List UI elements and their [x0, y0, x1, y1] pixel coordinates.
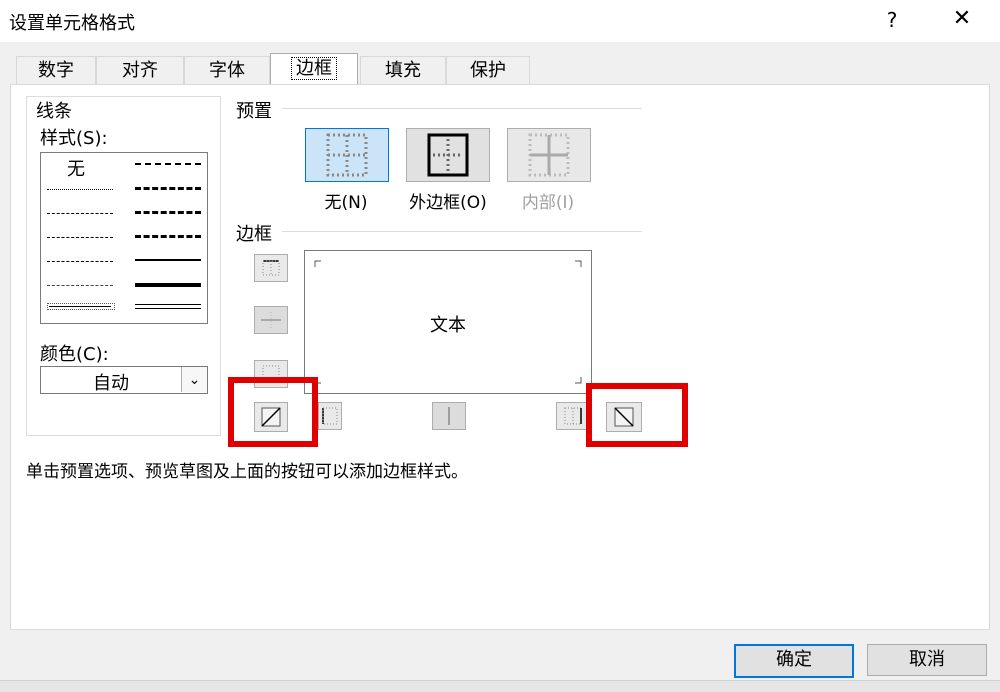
presets-separator [282, 108, 642, 109]
preset-outline-button[interactable] [406, 128, 490, 182]
diagonal-up-icon [261, 407, 281, 427]
preset-outline-icon [427, 133, 469, 177]
tab-border[interactable]: 边框 [270, 53, 358, 85]
hint-text: 单击预置选项、预览草图及上面的按钮可以添加边框样式。 [26, 462, 468, 482]
preset-none-label: 无(N) [324, 193, 368, 213]
line-style-medium-dashed[interactable] [135, 235, 201, 238]
line-style-double[interactable] [135, 304, 201, 309]
preset-inside-label: 内部(I) [521, 193, 575, 213]
line-style-list[interactable]: 无 [40, 152, 208, 324]
border-middle-vertical-icon [448, 407, 450, 425]
preset-none-button[interactable] [305, 128, 389, 182]
border-separator [282, 231, 642, 232]
line-style-dash-dot[interactable] [47, 261, 113, 262]
line-style-thick[interactable] [135, 283, 201, 287]
line-style-medium[interactable] [135, 259, 201, 261]
chevron-down-icon[interactable]: ⌄ [181, 367, 207, 392]
bottom-edge [0, 680, 1000, 692]
line-style-dashed[interactable] [47, 285, 113, 286]
dialog-title: 设置单元格格式 [9, 13, 135, 34]
color-value: 自动 [93, 373, 129, 394]
border-middle-horizontal-icon [261, 312, 281, 328]
cancel-button[interactable]: 取消 [867, 644, 987, 676]
preset-inside-icon [528, 133, 570, 177]
border-preview[interactable]: 文本 [304, 250, 592, 394]
border-bottom-button[interactable] [254, 360, 288, 388]
line-style-thin [49, 306, 111, 307]
preview-text: 文本 [430, 315, 466, 336]
close-button[interactable]: ✕ [948, 6, 976, 31]
line-style-dotted-fine[interactable] [47, 189, 113, 190]
title-bar [0, 0, 1000, 42]
border-left-icon [322, 407, 338, 425]
line-group-title: 线条 [34, 97, 74, 123]
style-label: 样式(S): [40, 128, 108, 149]
line-style-hair-dash[interactable] [47, 213, 113, 214]
preset-none-icon [326, 133, 368, 177]
tab-alignment[interactable]: 对齐 [96, 56, 184, 84]
border-middle-vertical-button[interactable] [432, 402, 466, 430]
border-title: 边框 [236, 224, 272, 245]
tab-fill[interactable]: 填充 [360, 56, 446, 84]
tab-font[interactable]: 字体 [184, 56, 270, 84]
ok-button[interactable]: 确定 [734, 644, 854, 678]
border-right-icon [564, 407, 582, 425]
border-right-button[interactable] [556, 402, 590, 430]
diagonal-down-button[interactable] [606, 402, 642, 432]
presets-title: 预置 [236, 101, 272, 122]
line-style-none[interactable]: 无 [67, 155, 85, 181]
line-style-dash-dot-dot[interactable] [47, 237, 113, 238]
color-select[interactable]: 自动 ⌄ [40, 366, 208, 394]
line-style-slanted-dash-dot[interactable] [135, 187, 201, 190]
diagonal-up-button[interactable] [254, 402, 288, 432]
preset-outline-label: 外边框(O) [409, 193, 487, 213]
border-top-button[interactable] [254, 254, 288, 282]
help-button[interactable]: ? [880, 8, 904, 32]
color-label: 颜色(C): [40, 344, 109, 365]
border-bottom-icon [262, 365, 280, 381]
border-left-button[interactable] [318, 402, 342, 430]
border-top-icon [262, 260, 280, 276]
line-style-medium-dash-dot-dot[interactable] [135, 163, 201, 165]
diagonal-down-icon [614, 407, 634, 427]
border-middle-horizontal-button[interactable] [254, 306, 288, 334]
tab-protection[interactable]: 保护 [446, 56, 530, 84]
line-style-medium-dash-dot[interactable] [135, 211, 201, 214]
preset-inside-button[interactable] [507, 128, 591, 182]
tab-number[interactable]: 数字 [16, 56, 96, 84]
